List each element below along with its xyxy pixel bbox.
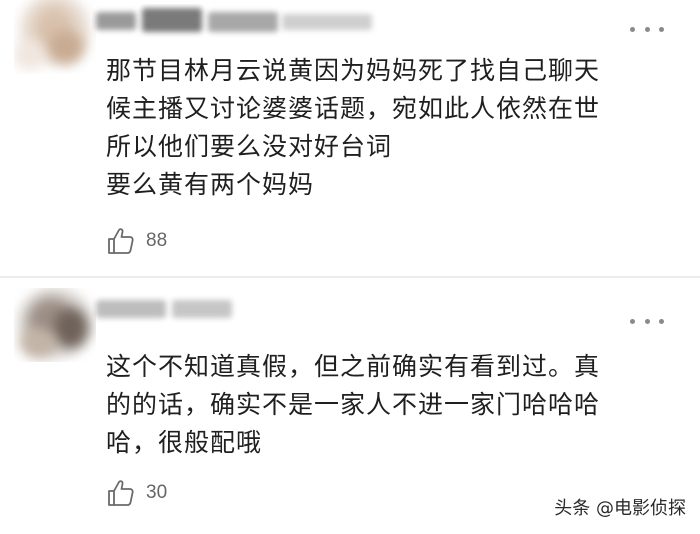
comment-line: 这个不知道真假，但之前确实有看到过。真 — [106, 352, 601, 381]
comment-list: 那节目林月云说黄因为妈妈死了找自己聊天 候主播又讨论婆婆话题，宛如此人依然在世 … — [0, 0, 700, 534]
comment-line: 的的话，确实不是一家人不进一家门哈哈哈 — [106, 390, 601, 419]
comment-line: 候主播又讨论婆婆话题，宛如此人依然在世 — [106, 94, 601, 123]
comment-line: 哈，很般配哦 — [106, 428, 263, 457]
username[interactable] — [92, 4, 392, 38]
avatar[interactable] — [14, 288, 96, 362]
more-dots-icon — [630, 318, 635, 324]
thumbs-up-icon — [108, 228, 134, 254]
comment-item: 那节目林月云说黄因为妈妈死了找自己聊天 候主播又讨论婆婆话题，宛如此人依然在世 … — [0, 0, 700, 276]
username[interactable] — [92, 290, 272, 324]
more-options-button[interactable] — [630, 22, 664, 36]
more-dots-icon — [630, 26, 635, 32]
like-count: 30 — [146, 482, 168, 503]
comment-text: 那节目林月云说黄因为妈妈死了找自己聊天 候主播又讨论婆婆话题，宛如此人依然在世 … — [106, 52, 666, 204]
thumbs-up-icon — [108, 480, 134, 506]
avatar[interactable] — [14, 0, 96, 74]
like-count: 88 — [146, 230, 168, 251]
comment-line: 要么黄有两个妈妈 — [106, 170, 315, 199]
like-button[interactable]: 30 — [106, 478, 167, 508]
watermark: 头条 @电影侦探 — [554, 498, 686, 519]
comment-line: 那节目林月云说黄因为妈妈死了找自己聊天 — [106, 56, 601, 85]
comment-line: 所以他们要么没对好台词 — [106, 132, 393, 161]
like-button[interactable]: 88 — [106, 226, 167, 256]
comment-text: 这个不知道真假，但之前确实有看到过。真 的的话，确实不是一家人不进一家门哈哈哈 … — [106, 348, 666, 462]
more-options-button[interactable] — [630, 314, 664, 328]
